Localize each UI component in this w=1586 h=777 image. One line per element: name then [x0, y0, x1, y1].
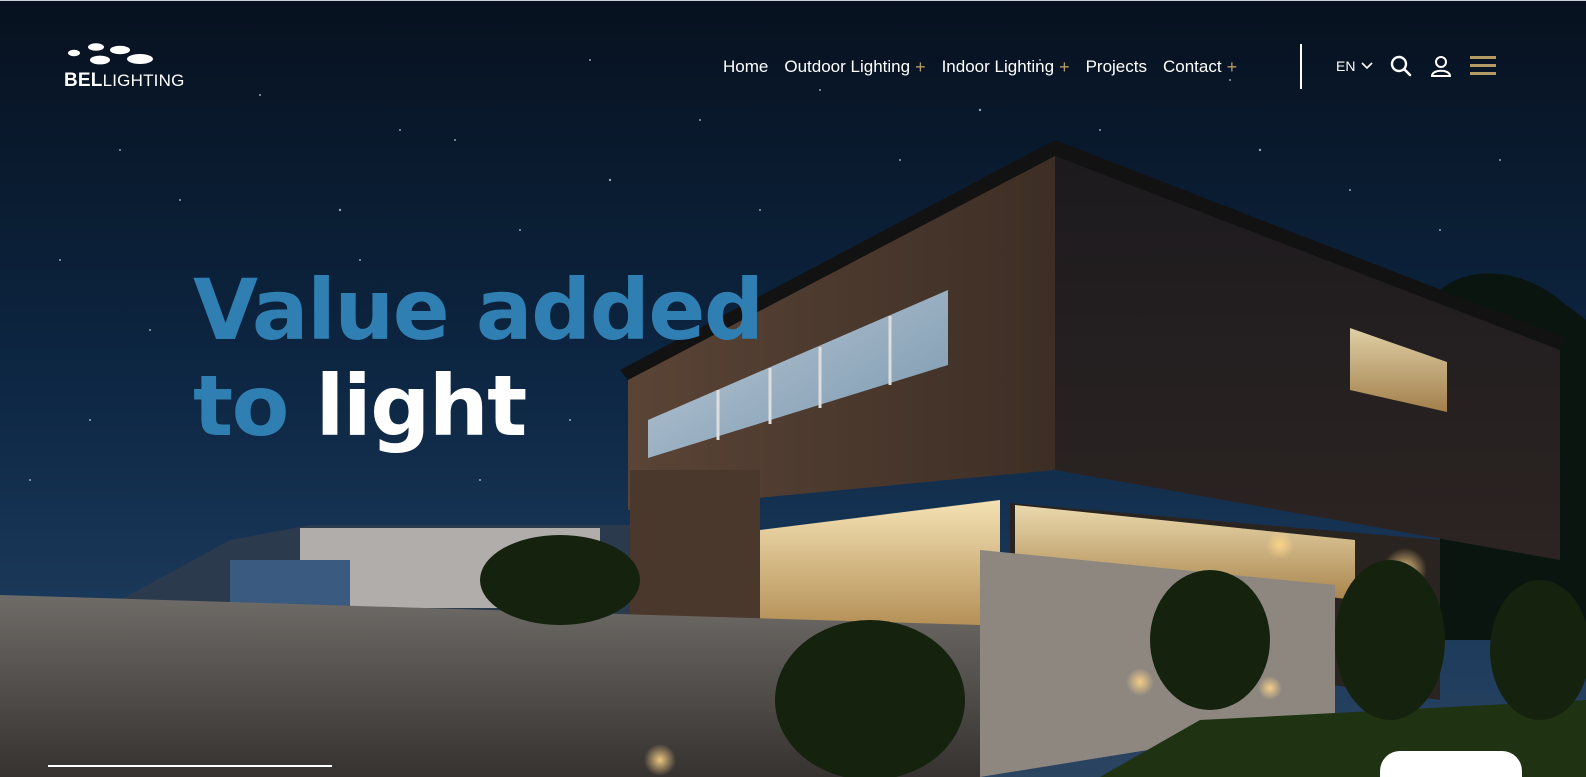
nav-item-label: Indoor Lighting — [941, 57, 1055, 76]
top-border — [0, 0, 1586, 1]
search-icon — [1390, 55, 1412, 77]
user-icon — [1430, 56, 1452, 77]
logo-text-bold: BEL — [64, 70, 103, 91]
headline-main-word: light — [315, 357, 528, 455]
progress-line — [48, 765, 332, 767]
submenu-plus-icon[interactable]: + — [1059, 57, 1070, 78]
nav-item-projects[interactable]: Projects — [1086, 57, 1147, 77]
logo-text-light: LIGHTING — [102, 71, 185, 90]
nav-item-label: Projects — [1085, 57, 1147, 76]
menu-icon — [1470, 56, 1496, 75]
menu-button[interactable] — [1470, 55, 1496, 82]
nav-item-label: Contact — [1163, 57, 1222, 76]
nav-item-label: Outdoor Lighting — [784, 57, 911, 76]
account-button[interactable] — [1430, 55, 1452, 82]
hero-headline: Value added to light — [193, 261, 764, 454]
logo-dots-icon — [68, 43, 153, 65]
hero-section: BELLIGHTING Home Outdoor Lighting + Indo… — [0, 0, 1586, 777]
bottom-tab-button[interactable] — [1380, 751, 1522, 777]
language-current: EN — [1336, 58, 1356, 74]
submenu-plus-icon[interactable]: + — [1227, 57, 1238, 78]
brand-logo[interactable]: BELLIGHTING — [64, 42, 204, 92]
chevron-down-icon — [1361, 62, 1374, 70]
nav-item-indoor-lighting[interactable]: Indoor Lighting + — [942, 57, 1070, 78]
submenu-plus-icon[interactable]: + — [915, 57, 926, 78]
nav-item-contact[interactable]: Contact + — [1163, 57, 1237, 78]
headline-accent-word: to — [193, 357, 289, 455]
language-selector[interactable]: EN — [1336, 58, 1374, 74]
nav-item-home[interactable]: Home — [723, 57, 768, 77]
search-button[interactable] — [1390, 55, 1412, 82]
nav-item-outdoor-lighting[interactable]: Outdoor Lighting + — [784, 57, 925, 78]
main-nav: Home Outdoor Lighting + Indoor Lighting … — [723, 54, 1253, 80]
headline-line-1: Value added — [193, 261, 764, 359]
logo-wordmark: BELLIGHTING — [64, 70, 185, 92]
nav-divider — [1300, 44, 1302, 89]
nav-item-label: Home — [723, 57, 769, 76]
headline-line-2: to light — [193, 358, 762, 454]
